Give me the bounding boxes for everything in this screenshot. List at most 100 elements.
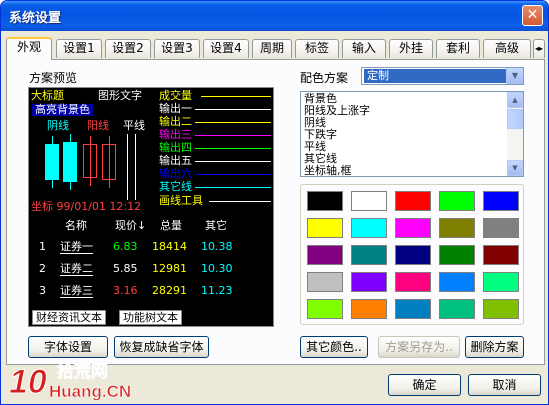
color-swatch[interactable] <box>439 245 475 265</box>
color-swatch[interactable] <box>439 299 475 319</box>
color-scheme-select[interactable]: 定制 ▼ <box>361 67 524 85</box>
watermark-url: Huang.CN <box>49 382 131 401</box>
restore-default-font-button[interactable]: 恢复成缺省字体 <box>114 336 209 358</box>
output-1-label: 输出一 <box>159 102 192 115</box>
color-swatch[interactable] <box>351 218 387 238</box>
col-header-name: 名称 <box>65 219 87 232</box>
color-swatch[interactable] <box>351 272 387 292</box>
color-swatch[interactable] <box>439 191 475 211</box>
color-swatch[interactable] <box>483 191 519 211</box>
row-index: 2 <box>39 262 46 275</box>
color-swatch[interactable] <box>483 218 519 238</box>
preview-flat-line-label: 平线 <box>123 119 145 132</box>
row-price: 3.16 <box>113 284 138 297</box>
preview-yang-line-label: 阳线 <box>87 119 109 132</box>
list-scrollbar[interactable]: ▲ ▼ <box>507 92 523 176</box>
list-item[interactable]: 坐标轴,框 <box>301 165 523 177</box>
output-3-label: 输出三 <box>159 128 192 141</box>
chevron-down-icon[interactable]: ▼ <box>506 68 523 84</box>
tab-appearance[interactable]: 外观 <box>6 37 52 60</box>
tab-strip: 外观 设置1 设置2 设置3 设置4 周期 标签 输入 外挂 套利 高级 ◂▸ <box>6 37 546 60</box>
tab-advanced[interactable]: 高级 <box>483 39 531 58</box>
color-swatch[interactable] <box>483 299 519 319</box>
color-swatch[interactable] <box>395 272 431 292</box>
color-swatch[interactable] <box>483 272 519 292</box>
yin-candle <box>45 144 59 180</box>
color-swatch[interactable] <box>439 272 475 292</box>
other-colors-button[interactable]: 其它颜色.. <box>300 336 368 358</box>
watermark-digits: 10 <box>9 363 47 401</box>
func-tree-text-sample[interactable]: 功能树文本 <box>119 310 182 325</box>
watermark-cn: 拾荒网 <box>57 361 108 382</box>
tab-settings2[interactable]: 设置2 <box>105 39 151 58</box>
color-swatch[interactable] <box>395 218 431 238</box>
yang-candle <box>102 144 116 180</box>
row-volume: 12981 <box>152 262 187 275</box>
color-swatch[interactable] <box>483 245 519 265</box>
tab-scroll-icon[interactable]: ◂▸ <box>533 39 545 58</box>
row-name: 证券三 <box>60 284 93 298</box>
color-swatch[interactable] <box>395 191 431 211</box>
preview-volume-label: 成交量 <box>159 89 192 102</box>
tab-labels[interactable]: 标签 <box>295 39 339 58</box>
tab-settings1[interactable]: 设置1 <box>56 39 102 58</box>
color-element-list[interactable]: 背景色 阳线及上涨字 阴线 下跌字 平线 其它线 坐标轴,框 ▲ ▼ <box>300 91 524 177</box>
preview-section-label: 方案预览 <box>29 71 78 85</box>
row-other: 10.38 <box>201 240 233 253</box>
title-bar[interactable]: 系统设置 ✕ <box>1 1 548 31</box>
list-item[interactable]: 阳线及上涨字 <box>301 105 523 117</box>
output-6-label: 输出六 <box>159 167 192 180</box>
scroll-up-icon[interactable]: ▲ <box>507 92 523 108</box>
news-text-sample[interactable]: 财经资讯文本 <box>32 310 106 325</box>
output-3-line <box>195 135 271 136</box>
color-swatch[interactable] <box>351 299 387 319</box>
yin-candle <box>63 142 77 182</box>
row-other: 11.23 <box>201 284 233 297</box>
output-1-line <box>195 109 271 110</box>
font-settings-button[interactable]: 字体设置 <box>28 336 108 358</box>
ok-button[interactable]: 确定 <box>388 374 461 396</box>
system-settings-dialog: 系统设置 ✕ 外观 设置1 设置2 设置3 设置4 周期 标签 输入 外挂 套利… <box>0 0 549 405</box>
color-scheme-selected: 定制 <box>364 69 506 83</box>
scroll-thumb[interactable] <box>507 109 523 129</box>
output-5-label: 输出五 <box>159 154 192 167</box>
yang-candle <box>83 144 97 178</box>
color-swatch[interactable] <box>307 218 343 238</box>
other-line-label: 其它线 <box>159 180 192 193</box>
col-header-other: 其它 <box>205 219 227 232</box>
watermark-logo: 10 拾荒网 Huang.CN <box>9 361 132 402</box>
scroll-down-icon[interactable]: ▼ <box>507 160 523 176</box>
output-2-label: 输出二 <box>159 115 192 128</box>
delete-scheme-button[interactable]: 删除方案 <box>465 336 524 358</box>
flat-wick <box>127 134 128 200</box>
color-swatch[interactable] <box>307 191 343 211</box>
tab-input[interactable]: 输入 <box>342 39 386 58</box>
cancel-button[interactable]: 取消 <box>468 374 541 396</box>
row-index: 3 <box>39 284 46 297</box>
row-price: 6.83 <box>113 240 138 253</box>
color-swatch[interactable] <box>307 299 343 319</box>
row-price: 5.85 <box>113 262 138 275</box>
tab-settings3[interactable]: 设置3 <box>154 39 200 58</box>
color-swatch[interactable] <box>351 245 387 265</box>
tab-settings4[interactable]: 设置4 <box>203 39 249 58</box>
close-button[interactable]: ✕ <box>522 5 543 26</box>
col-header-volume: 总量 <box>160 219 182 232</box>
output-5-line <box>195 161 271 162</box>
list-item[interactable]: 下跌字 <box>301 129 523 141</box>
tab-arbitrage[interactable]: 套利 <box>436 39 480 58</box>
color-swatch[interactable] <box>395 299 431 319</box>
row-name: 证券一 <box>60 240 93 254</box>
other-line <box>195 187 271 188</box>
tab-period[interactable]: 周期 <box>252 39 292 58</box>
color-swatch[interactable] <box>307 245 343 265</box>
color-swatch[interactable] <box>395 245 431 265</box>
preview-highlight-bg: 高亮背景色 <box>32 104 93 116</box>
color-swatch[interactable] <box>351 191 387 211</box>
color-swatch[interactable] <box>307 272 343 292</box>
save-scheme-as-button[interactable]: 方案另存为.. <box>378 336 460 358</box>
color-swatch[interactable] <box>439 218 475 238</box>
scheme-preview: 大标题 图形文字 成交量 高亮背景色 阴线 阳线 平线 输出一 输出二 输出三 … <box>28 87 274 327</box>
preview-title-text: 大标题 <box>31 89 64 102</box>
tab-plugins[interactable]: 外挂 <box>389 39 433 58</box>
